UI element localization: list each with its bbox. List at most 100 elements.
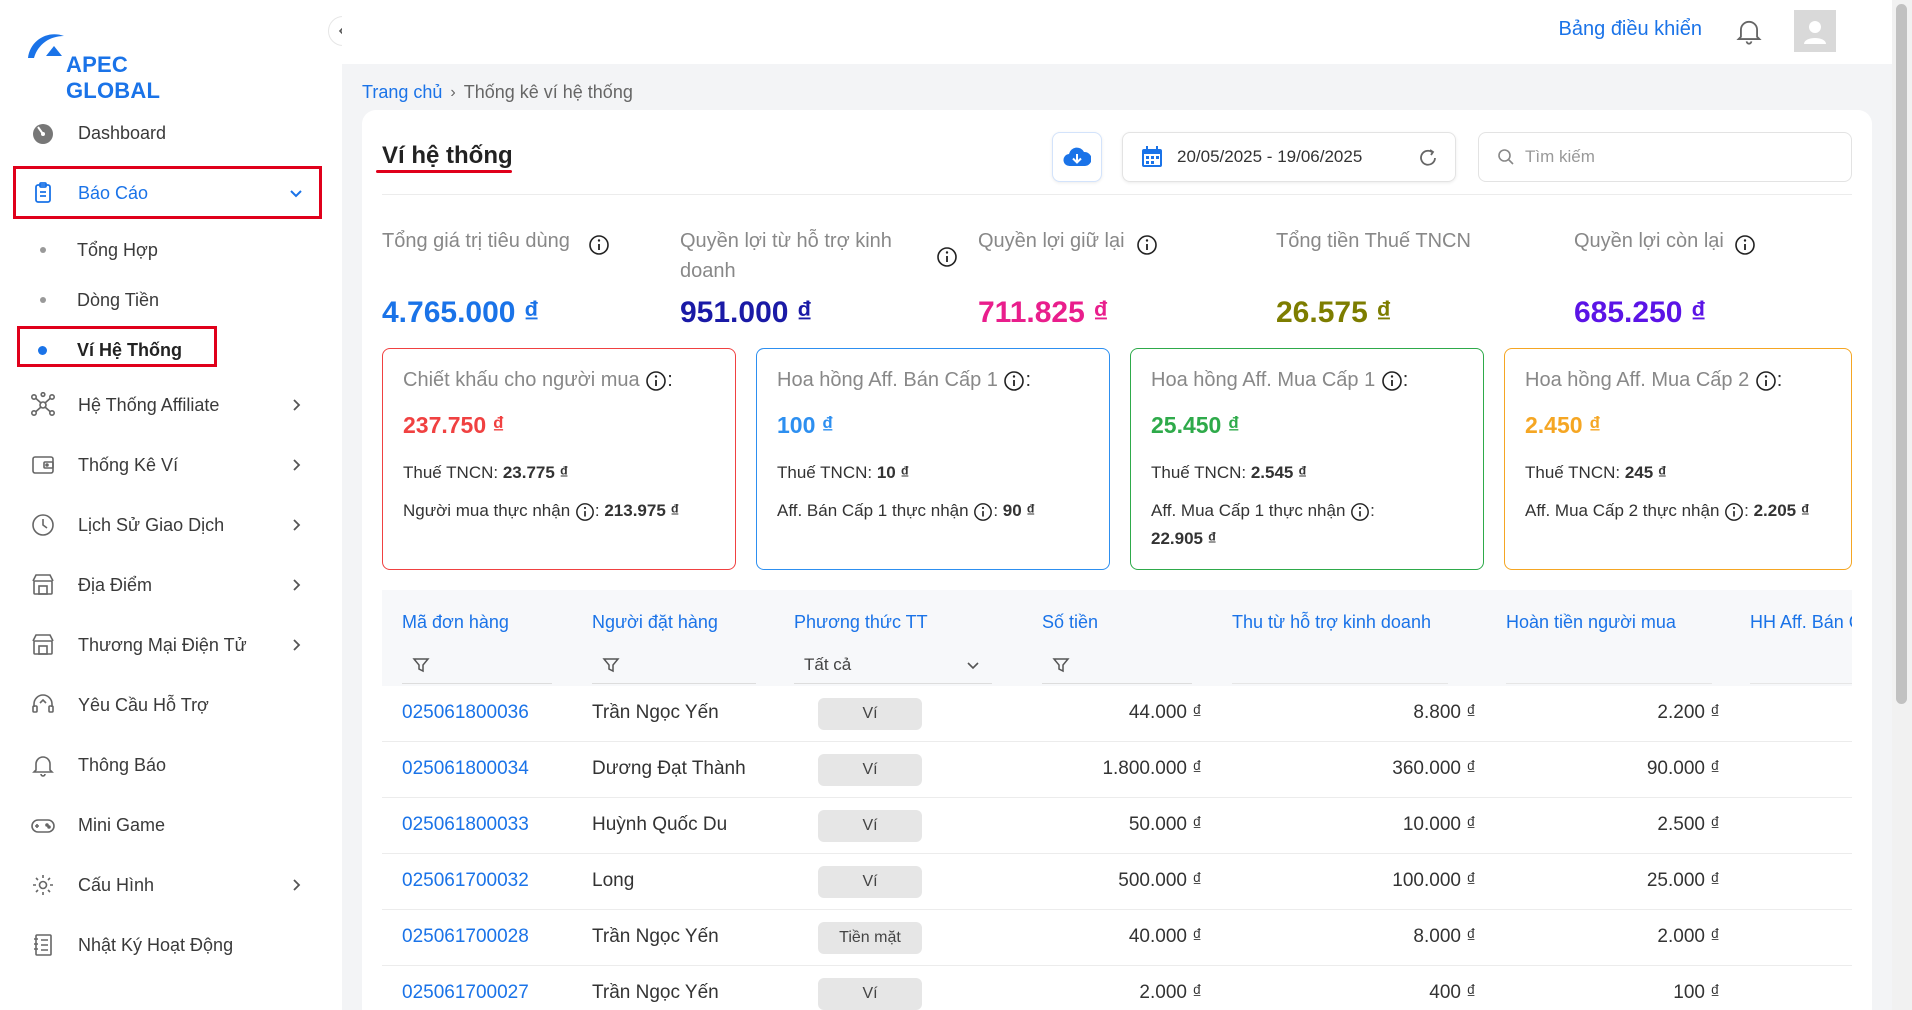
sidebar-item-dashboard[interactable]: Dashboard bbox=[14, 108, 320, 158]
scrollbar-thumb[interactable] bbox=[1896, 4, 1907, 704]
column-header-customer[interactable]: Người đặt hàng bbox=[592, 612, 718, 633]
order-code-link[interactable]: 025061700027 bbox=[402, 982, 529, 1004]
table-row[interactable]: 025061700028 Trần Ngọc Yến Tiền mặt 40.0… bbox=[382, 910, 1852, 966]
gear-icon bbox=[28, 870, 58, 900]
box-label-text: Chiết khấu cho người mua bbox=[403, 369, 640, 391]
filter-customer[interactable] bbox=[592, 646, 756, 684]
sidebar-subitem-system-wallet[interactable]: Ví Hệ Thống bbox=[14, 328, 320, 372]
search-field[interactable] bbox=[1478, 132, 1852, 182]
sidebar-subitem-summary[interactable]: Tổng Hợp bbox=[14, 228, 320, 272]
avatar[interactable] bbox=[1794, 10, 1836, 52]
info-icon[interactable] bbox=[936, 246, 958, 268]
net-label: Người mua thực nhận bbox=[403, 501, 571, 520]
dashboard-link[interactable]: Bảng điều khiển bbox=[1559, 18, 1702, 41]
sidebar-item-label: Thông Báo bbox=[78, 754, 167, 775]
info-icon[interactable] bbox=[575, 502, 595, 522]
info-icon[interactable] bbox=[1755, 370, 1777, 392]
info-icon[interactable] bbox=[588, 234, 610, 256]
order-code-link[interactable]: 025061800033 bbox=[402, 814, 529, 836]
gamepad-icon bbox=[28, 810, 58, 840]
info-icon[interactable] bbox=[1003, 370, 1025, 392]
amount-cell: 40.000 ₫ bbox=[1128, 926, 1202, 947]
info-icon[interactable] bbox=[1136, 234, 1158, 256]
box-label: Hoa hồng Aff. Bán Cấp 1 : bbox=[777, 369, 1032, 392]
sidebar-item-affiliate[interactable]: Hệ Thống Affiliate bbox=[14, 380, 320, 430]
table-row[interactable]: 025061800034 Dương Đạt Thành Ví 1.800.00… bbox=[382, 742, 1852, 798]
table-row[interactable]: 025061800036 Trần Ngọc Yến Ví 44.000 ₫ 8… bbox=[382, 686, 1852, 742]
refund-cell: 90.000 ₫ bbox=[1646, 758, 1720, 779]
sidebar-item-mini-game[interactable]: Mini Game bbox=[14, 800, 320, 850]
box-label: Chiết khấu cho người mua : bbox=[403, 369, 673, 392]
breadcrumb-home[interactable]: Trang chủ bbox=[362, 82, 442, 103]
sidebar-item-transaction-history[interactable]: Lịch Sử Giao Dịch bbox=[14, 500, 320, 550]
date-range-picker[interactable]: 20/05/2025 - 19/06/2025 bbox=[1122, 132, 1456, 182]
search-icon bbox=[1498, 149, 1514, 165]
sidebar-item-label: Báo Cáo bbox=[78, 182, 149, 203]
sidebar-item-support[interactable]: Yêu Cầu Hỗ Trợ bbox=[14, 680, 320, 730]
net-label: Aff. Mua Cấp 2 thực nhận bbox=[1525, 501, 1720, 520]
amount-cell: 1.800.000 ₫ bbox=[1102, 758, 1202, 779]
brand-logo[interactable]: APEC GLOBAL bbox=[24, 28, 224, 103]
column-header-order-code[interactable]: Mã đơn hàng bbox=[402, 612, 509, 633]
export-button[interactable] bbox=[1052, 132, 1102, 182]
order-code-link[interactable]: 025061800034 bbox=[402, 758, 529, 780]
amount-cell: 2.000 ₫ bbox=[1139, 982, 1202, 1003]
stat-value: 4.765.000 ₫ bbox=[382, 296, 540, 329]
filter-aff-sell bbox=[1750, 646, 1852, 684]
support-cell: 100.000 ₫ bbox=[1392, 870, 1476, 891]
support-cell: 8.800 ₫ bbox=[1413, 702, 1476, 723]
stat-label: Tổng tiền Thuế TNCN bbox=[1276, 230, 1471, 252]
tax-label: Thuế TNCN: bbox=[403, 463, 499, 482]
order-code-link[interactable]: 025061700032 bbox=[402, 870, 529, 892]
info-icon[interactable] bbox=[1724, 502, 1744, 522]
breadcrumb-current: Thống kê ví hệ thống bbox=[463, 82, 633, 102]
sidebar-item-reports[interactable]: Báo Cáo bbox=[14, 168, 320, 218]
column-header-aff-sell[interactable]: HH Aff. Bán C bbox=[1750, 612, 1852, 633]
sidebar-item-settings[interactable]: Cấu Hình bbox=[14, 860, 320, 910]
page-scrollbar[interactable] bbox=[1892, 0, 1912, 1010]
order-code-link[interactable]: 025061700028 bbox=[402, 926, 529, 948]
payment-method-select[interactable]: Tất cả bbox=[794, 646, 992, 684]
sidebar-item-locations[interactable]: Địa Điểm bbox=[14, 560, 320, 610]
stat-label: Quyền lợi còn lại bbox=[1574, 230, 1724, 252]
filter-icon bbox=[1052, 657, 1070, 672]
column-header-amount[interactable]: Số tiền bbox=[1042, 612, 1098, 633]
column-header-buyer-refund[interactable]: Hoàn tiền người mua bbox=[1506, 612, 1676, 633]
column-header-business-support[interactable]: Thu từ hỗ trợ kinh doanh bbox=[1232, 612, 1431, 633]
column-header-payment-method[interactable]: Phương thức TT bbox=[794, 612, 928, 633]
table-row[interactable]: 025061800033 Huỳnh Quốc Du Ví 50.000 ₫ 1… bbox=[382, 798, 1852, 854]
filter-amount[interactable] bbox=[1042, 646, 1192, 684]
sidebar-subitem-label: Ví Hệ Thống bbox=[77, 339, 182, 360]
tax-value: 23.775 ₫ bbox=[502, 463, 569, 482]
box-tax-line: Thuế TNCN: 23.775 ₫ bbox=[403, 459, 715, 487]
sidebar-item-ecommerce[interactable]: Thương Mại Điện Tử bbox=[14, 620, 320, 670]
info-icon[interactable] bbox=[973, 502, 993, 522]
order-code-link[interactable]: 025061800036 bbox=[402, 702, 529, 724]
info-icon[interactable] bbox=[1350, 502, 1370, 522]
info-icon[interactable] bbox=[1734, 234, 1756, 256]
filter-order-code[interactable] bbox=[402, 646, 552, 684]
info-icon[interactable] bbox=[645, 370, 667, 392]
tax-label: Thuế TNCN: bbox=[1525, 463, 1621, 482]
table-row[interactable]: 025061700032 Long Ví 500.000 ₫ 100.000 ₫… bbox=[382, 854, 1852, 910]
box-net-line: Người mua thực nhận : 213.975 ₫ bbox=[403, 501, 680, 522]
breadcrumb: Trang chủ › Thống kê ví hệ thống bbox=[362, 82, 633, 103]
support-cell: 8.000 ₫ bbox=[1413, 926, 1476, 947]
sidebar-subitem-cashflow[interactable]: Dòng Tiền bbox=[14, 278, 320, 322]
sidebar-item-label: Dashboard bbox=[78, 122, 167, 143]
box-tax-line: Thuế TNCN: 245 ₫ bbox=[1525, 459, 1831, 487]
sidebar-item-wallet-stats[interactable]: Thống Kê Ví bbox=[14, 440, 320, 490]
box-value: 2.450 ₫ bbox=[1525, 412, 1601, 438]
sidebar-item-notifications[interactable]: Thông Báo bbox=[14, 740, 320, 790]
amount-cell: 50.000 ₫ bbox=[1128, 814, 1202, 835]
search-input[interactable] bbox=[1525, 147, 1825, 167]
chevron-right-icon bbox=[293, 399, 301, 411]
refresh-icon[interactable] bbox=[1417, 147, 1439, 169]
tax-value: 2.545 ₫ bbox=[1250, 463, 1307, 482]
table-row[interactable]: 025061700027 Trần Ngọc Yến Ví 2.000 ₫ 40… bbox=[382, 966, 1852, 1010]
info-icon[interactable] bbox=[1381, 370, 1403, 392]
store-icon bbox=[28, 630, 58, 660]
bell-icon[interactable] bbox=[1734, 16, 1764, 46]
sidebar-item-activity-log[interactable]: Nhật Ký Hoạt Động bbox=[14, 920, 320, 970]
bell-icon bbox=[28, 750, 58, 780]
